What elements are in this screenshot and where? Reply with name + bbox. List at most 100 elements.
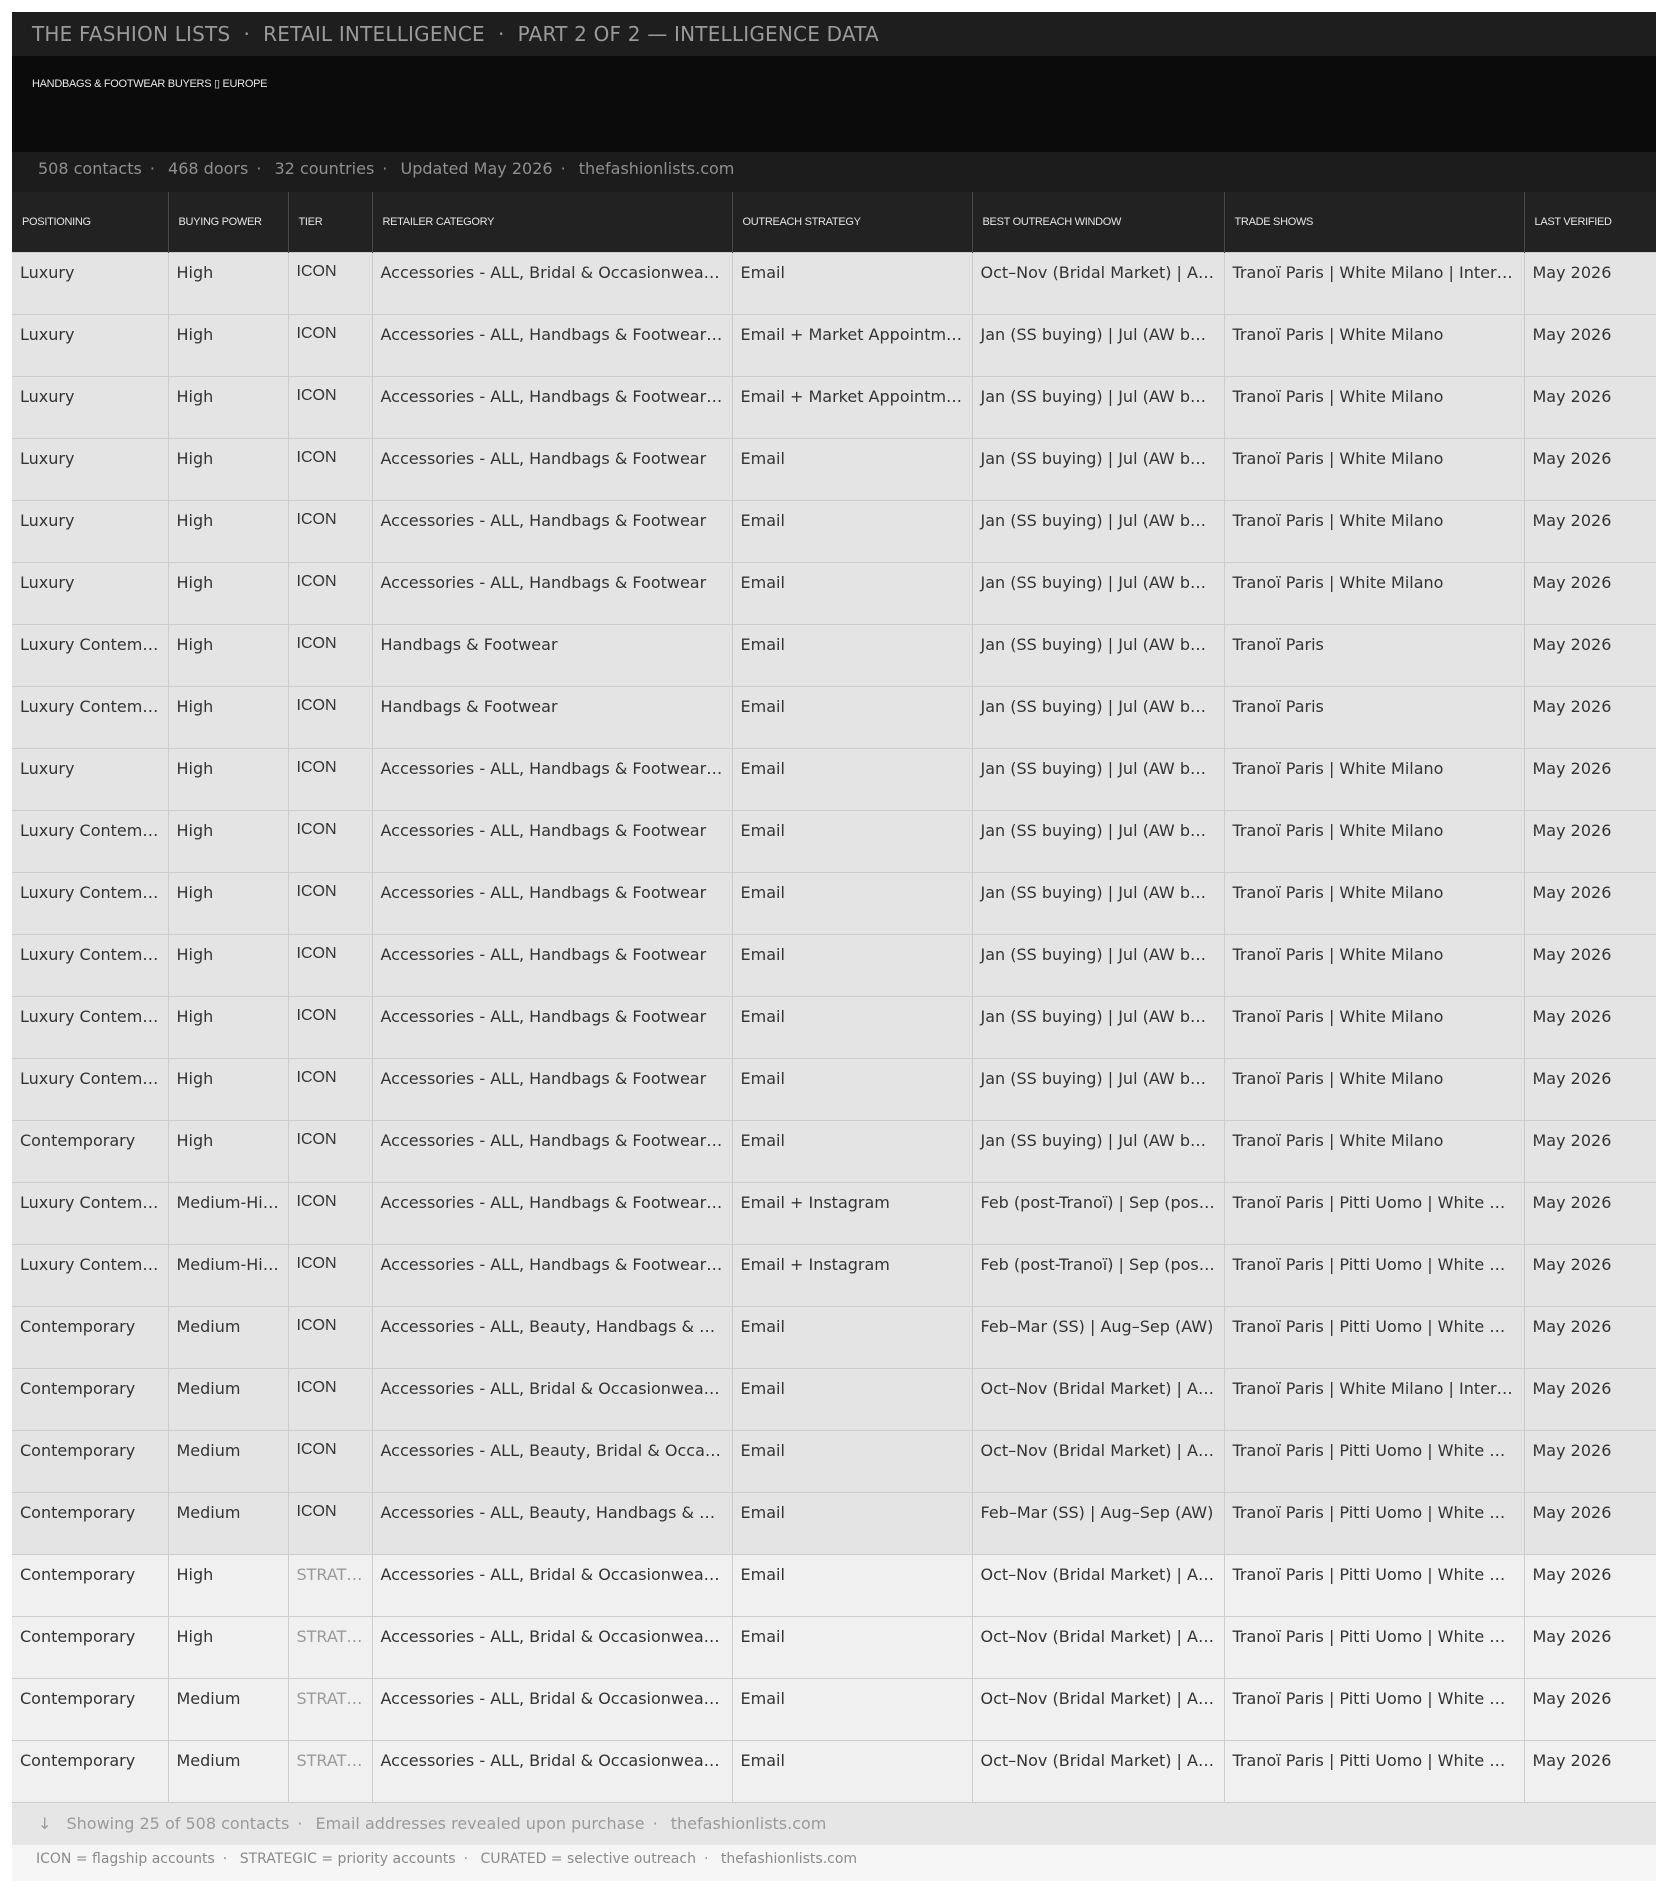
stat-site-link[interactable]: thefashionlists.com xyxy=(579,159,735,178)
cell-trade-shows: Tranoï Paris | Pitti Uomo | White … xyxy=(1223,1740,1524,1802)
table-row[interactable]: Luxury High ICON Accessories - ALL, Handbag… xyxy=(12,748,1656,811)
cell-outreach-window: Jan (SS buying) | Jul (AW bu… xyxy=(971,934,1224,997)
cell-outreach-window: Oct–Nov (Bridal Market) | A… xyxy=(971,1368,1224,1431)
cell-tier: ICON xyxy=(287,376,372,439)
cell-outreach-strategy: Email xyxy=(731,624,972,687)
cell-outreach-window: Oct–Nov (Bridal Market) | A… xyxy=(971,252,1224,315)
cell-positioning: Luxury Contem… xyxy=(12,686,168,749)
table-row[interactable]: Luxury High ICON Accessories - ALL, Handbag… xyxy=(12,562,1656,625)
cell-trade-shows: Tranoï Paris | Pitti Uomo | White … xyxy=(1223,1244,1524,1307)
down-arrow-icon: ↓ xyxy=(38,1814,52,1833)
table-row[interactable]: Contemporary Medium ICON Accessories - ALL,… xyxy=(12,1368,1656,1431)
cell-buying-power: High xyxy=(167,686,288,749)
cell-outreach-strategy: Email xyxy=(731,1120,972,1183)
table-row[interactable]: Contemporary Medium ICON Accessories - ALL,… xyxy=(12,1430,1656,1493)
brand-name: THE FASHION LISTS xyxy=(32,22,231,46)
cell-outreach-strategy: Email xyxy=(731,1554,972,1617)
table-row[interactable]: Contemporary Medium STRAT… Accessories - AL… xyxy=(12,1678,1656,1741)
purchase-note: Email addresses revealed upon purchase xyxy=(315,1814,645,1833)
table-row[interactable]: Contemporary Medium STRAT… Accessories - AL… xyxy=(12,1740,1656,1802)
column-header-retailer-category[interactable]: RETAILER CATEGORY xyxy=(371,192,732,253)
table-row[interactable]: Luxury Contem… High ICON Accessories - ALL,… xyxy=(12,1058,1656,1121)
cell-outreach-strategy: Email + Market Appointm… xyxy=(731,314,972,377)
cell-tier: ICON xyxy=(287,996,372,1059)
page-subtitle: HANDBAGS & FOOTWEAR BUYERS ▯ EUROPE xyxy=(32,78,268,90)
cell-positioning: Contemporary xyxy=(12,1554,168,1617)
table-row[interactable]: Contemporary Medium ICON Accessories - ALL,… xyxy=(12,1492,1656,1555)
table-body: Luxury High ICON Accessories - ALL, Bridal … xyxy=(12,252,1656,1802)
cell-positioning: Luxury xyxy=(12,252,168,315)
cell-outreach-strategy: Email xyxy=(731,1492,972,1555)
cell-last-verified: May 2026 xyxy=(1523,1554,1656,1617)
cell-tier: ICON xyxy=(287,1058,372,1121)
cell-trade-shows: Tranoï Paris xyxy=(1223,624,1524,687)
column-header-outreach-strategy[interactable]: OUTREACH STRATEGY xyxy=(731,192,972,253)
table-row[interactable]: Luxury Contem… High ICON Handbags & Footwea… xyxy=(12,686,1656,749)
legend-site-link[interactable]: thefashionlists.com xyxy=(721,1851,857,1867)
cell-positioning: Luxury Contem… xyxy=(12,624,168,687)
legend-strategic: STRATEGIC = priority accounts xyxy=(239,1851,456,1867)
cell-positioning: Luxury Contem… xyxy=(12,1182,168,1245)
cell-outreach-window: Jan (SS buying) | Jul (AW bu… xyxy=(971,686,1224,749)
cell-retailer-category: Accessories - ALL, Bridal & Occasionwear… xyxy=(371,1678,732,1741)
cell-outreach-window: Jan (SS buying) | Jul (AW bu… xyxy=(971,1120,1224,1183)
table-row[interactable]: Luxury Contem… Medium-Hi… ICON Accessories … xyxy=(12,1182,1656,1245)
cell-outreach-window: Jan (SS buying) | Jul (AW bu… xyxy=(971,996,1224,1059)
table-row[interactable]: Luxury Contem… High ICON Accessories - ALL,… xyxy=(12,934,1656,997)
table-row[interactable]: Luxury High ICON Accessories - ALL, Handbag… xyxy=(12,314,1656,377)
cell-outreach-strategy: Email xyxy=(731,996,972,1059)
cell-buying-power: High xyxy=(167,810,288,873)
cell-trade-shows: Tranoï Paris | Pitti Uomo | White … xyxy=(1223,1182,1524,1245)
cell-outreach-strategy: Email xyxy=(731,562,972,625)
cell-outreach-strategy: Email xyxy=(731,252,972,315)
table-row[interactable]: Contemporary Medium ICON Accessories - ALL,… xyxy=(12,1306,1656,1369)
cell-buying-power: Medium xyxy=(167,1368,288,1431)
cell-trade-shows: Tranoï Paris | White Milano xyxy=(1223,1120,1524,1183)
table-row[interactable]: Luxury Contem… High ICON Accessories - ALL,… xyxy=(12,810,1656,873)
column-header-positioning[interactable]: POSITIONING xyxy=(12,192,168,253)
table-row[interactable]: Luxury High ICON Accessories - ALL, Handbag… xyxy=(12,500,1656,563)
cell-buying-power: High xyxy=(167,562,288,625)
table-row[interactable]: Luxury Contem… High ICON Handbags & Footwea… xyxy=(12,624,1656,687)
column-header-last-verified[interactable]: LAST VERIFIED xyxy=(1523,192,1656,253)
column-header-buying-power[interactable]: BUYING POWER xyxy=(167,192,288,253)
cell-tier: ICON xyxy=(287,438,372,501)
column-header-tier[interactable]: TIER xyxy=(287,192,372,253)
cell-last-verified: May 2026 xyxy=(1523,996,1656,1059)
cell-trade-shows: Tranoï Paris | White Milano xyxy=(1223,810,1524,873)
cell-tier: ICON xyxy=(287,934,372,997)
table-row[interactable]: Contemporary High STRAT… Accessories - ALL,… xyxy=(12,1616,1656,1679)
cell-trade-shows: Tranoï Paris | White Milano xyxy=(1223,500,1524,563)
footer-site-link[interactable]: thefashionlists.com xyxy=(671,1814,827,1833)
cell-last-verified: May 2026 xyxy=(1523,1120,1656,1183)
cell-buying-power: High xyxy=(167,1616,288,1679)
cell-retailer-category: Accessories - ALL, Handbags & Footwear… xyxy=(371,1244,732,1307)
cell-trade-shows: Tranoï Paris | White Milano | Inter… xyxy=(1223,1368,1524,1431)
cell-retailer-category: Accessories - ALL, Handbags & Footwear… xyxy=(371,748,732,811)
cell-outreach-window: Oct–Nov (Bridal Market) | A… xyxy=(971,1678,1224,1741)
table-row[interactable]: Luxury Contem… High ICON Accessories - ALL,… xyxy=(12,996,1656,1059)
cell-outreach-strategy: Email xyxy=(731,810,972,873)
cell-positioning: Luxury xyxy=(12,438,168,501)
cell-outreach-window: Oct–Nov (Bridal Market) | A… xyxy=(971,1430,1224,1493)
table-row[interactable]: Luxury High ICON Accessories - ALL, Bridal … xyxy=(12,252,1656,315)
column-header-trade-shows[interactable]: TRADE SHOWS xyxy=(1223,192,1524,253)
cell-trade-shows: Tranoï Paris | Pitti Uomo | White … xyxy=(1223,1306,1524,1369)
cell-positioning: Luxury Contem… xyxy=(12,1244,168,1307)
legend-curated: CURATED = selective outreach xyxy=(480,1851,696,1867)
cell-last-verified: May 2026 xyxy=(1523,438,1656,501)
cell-outreach-strategy: Email + Market Appointm… xyxy=(731,376,972,439)
table-row[interactable]: Luxury High ICON Accessories - ALL, Handbag… xyxy=(12,438,1656,501)
cell-buying-power: Medium-Hi… xyxy=(167,1244,288,1307)
column-header-best-outreach-window[interactable]: BEST OUTREACH WINDOW xyxy=(971,192,1224,253)
cell-retailer-category: Accessories - ALL, Handbags & Footwear xyxy=(371,872,732,935)
cell-outreach-window: Jan (SS buying) | Jul (AW bu… xyxy=(971,438,1224,501)
table-row[interactable]: Contemporary High ICON Accessories - ALL, H… xyxy=(12,1120,1656,1183)
cell-outreach-strategy: Email xyxy=(731,1678,972,1741)
cell-last-verified: May 2026 xyxy=(1523,1740,1656,1802)
table-row[interactable]: Contemporary High STRAT… Accessories - ALL,… xyxy=(12,1554,1656,1617)
table-row[interactable]: Luxury High ICON Accessories - ALL, Handbag… xyxy=(12,376,1656,439)
table-row[interactable]: Luxury Contem… High ICON Accessories - ALL,… xyxy=(12,872,1656,935)
stat-countries: 32 countries xyxy=(274,159,375,178)
table-row[interactable]: Luxury Contem… Medium-Hi… ICON Accessories … xyxy=(12,1244,1656,1307)
